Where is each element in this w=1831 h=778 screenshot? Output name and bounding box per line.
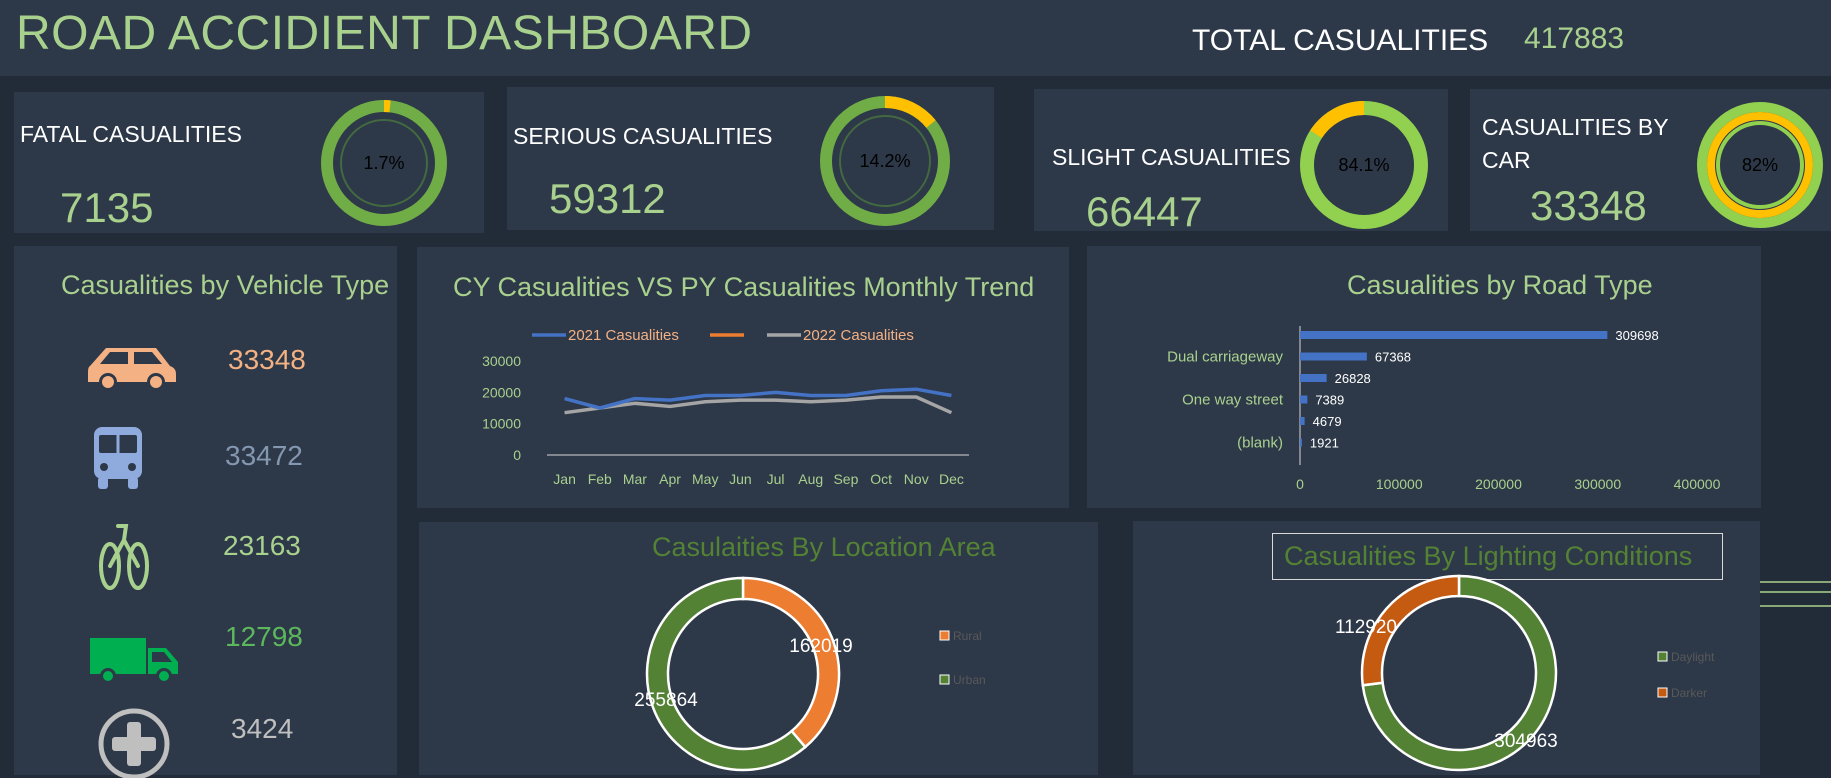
legend-swatch [940, 631, 949, 640]
vehicle-panel-title: Casualities by Vehicle Type [61, 270, 389, 301]
bar-value-label: 7389 [1315, 393, 1344, 408]
x-tick-label: May [692, 471, 718, 487]
x-tick-label: Jul [767, 471, 785, 487]
location-area-panel: Casulaities By Location Area 16201925586… [419, 522, 1098, 775]
slice-value-label: 112920 [1335, 617, 1397, 638]
legend-label: Rural [953, 629, 982, 643]
legend-label: Daylight [1671, 650, 1715, 664]
kpi-value: 33348 [1530, 182, 1647, 230]
x-tick-label: Sep [833, 471, 858, 487]
series-line [565, 397, 952, 413]
x-tick-label: 200000 [1475, 476, 1522, 492]
legend-label: 2022 Casualities [803, 327, 914, 344]
vehicle-type-panel: Casualities by Vehicle Type 33348 33472 … [14, 246, 397, 775]
kpi-card-serious: SERIOUS CASUALITIES 59312 14.2% [507, 87, 994, 230]
x-tick-label: Nov [904, 471, 929, 487]
category-label: Dual carriageway [1167, 349, 1283, 366]
slice-value-label: 162019 [789, 636, 852, 657]
vehicle-value-other: 3424 [231, 713, 293, 745]
road-bar [1300, 353, 1367, 361]
legend-label: 2021 Casualities [568, 327, 679, 344]
total-casualties-label: TOTAL CASUALITIES [1192, 24, 1488, 58]
y-tick-label: 0 [513, 447, 521, 463]
road-type-chart: 0 100000 200000 300000 400000 Dual carriagewa… [1087, 246, 1761, 508]
kpi-ring-segment [885, 102, 931, 124]
legend-label: Darker [1671, 686, 1707, 700]
vehicle-value-car: 33348 [228, 344, 306, 376]
road-bar [1300, 374, 1327, 382]
edge-decoration [1760, 570, 1831, 610]
road-bar [1300, 331, 1607, 339]
slice-value-label: 304963 [1494, 731, 1557, 752]
donut-slice [743, 578, 839, 747]
x-tick-label: Jun [729, 471, 752, 487]
kpi-percent: 84.1% [1338, 155, 1389, 175]
bus-icon [90, 423, 146, 491]
x-tick-label: 400000 [1674, 476, 1721, 492]
kpi-value: 7135 [60, 184, 153, 232]
car-icon [84, 342, 180, 392]
x-tick-label: 300000 [1574, 476, 1621, 492]
road-bar [1300, 439, 1302, 447]
kpi-ring-slight: 84.1% [1298, 99, 1430, 231]
monthly-trend-panel: CY Casualities VS PY Casualities Monthly… [417, 247, 1069, 508]
category-label: One way street [1182, 392, 1284, 409]
trend-chart: 2021 Casualities 2022 Casualities 0 10000 2… [417, 247, 1069, 508]
x-tick-label: 100000 [1376, 476, 1423, 492]
legend-label: Urban [953, 673, 986, 687]
kpi-label: CASUALITIES BY [1482, 111, 1669, 144]
kpi-label: SERIOUS CASUALITIES [513, 120, 772, 153]
vehicle-value-bicycle: 23163 [223, 530, 301, 562]
bicycle-icon [98, 518, 154, 594]
y-tick-label: 20000 [482, 384, 521, 400]
kpi-card-fatal: FATAL CASUALITIES 7135 1.7% [14, 92, 484, 233]
x-tick-label: Feb [588, 471, 612, 487]
kpi-ring-segment [1316, 108, 1364, 134]
lighting-donut-chart: 304963 112920 Daylight Darker [1133, 521, 1760, 775]
kpi-percent: 1.7% [363, 153, 404, 173]
x-tick-label: Dec [939, 471, 964, 487]
road-type-panel: Casualities by Road Type 010000020000030… [1087, 246, 1761, 508]
bar-value-label: 1921 [1310, 436, 1339, 451]
truck-icon [88, 634, 184, 686]
kpi-value: 66447 [1086, 188, 1203, 236]
kpi-label: SLIGHT CASUALITIES [1052, 141, 1291, 174]
bar-value-label: 67368 [1375, 350, 1411, 365]
location-donut-chart: 162019 255864 Rural Urban [419, 522, 1098, 775]
kpi-label: CAR [1482, 144, 1531, 177]
lighting-panel: Casualities By Lighting Conditions 30496… [1133, 521, 1760, 775]
x-tick-label: Apr [659, 471, 681, 487]
y-tick-label: 10000 [482, 416, 521, 432]
kpi-ring-fatal: 1.7% [319, 98, 449, 228]
slice-value-label: 255864 [634, 690, 698, 711]
legend-swatch [940, 675, 949, 684]
x-tick-label: Jan [553, 471, 576, 487]
x-tick-label: Mar [623, 471, 647, 487]
x-tick-label: Oct [870, 471, 892, 487]
road-bar [1300, 396, 1307, 404]
bar-value-label: 26828 [1335, 371, 1371, 386]
kpi-percent: 14.2% [859, 151, 910, 171]
kpi-label: FATAL CASUALITIES [20, 118, 242, 151]
kpi-percent: 82% [1742, 155, 1778, 175]
kpi-ring-serious: 14.2% [818, 94, 952, 228]
kpi-card-slight: SLIGHT CASUALITIES 66447 84.1% [1034, 89, 1448, 231]
kpi-card-car: CASUALITIES BY CAR 33348 82% [1470, 89, 1831, 231]
x-tick-label: Aug [798, 471, 823, 487]
category-label: (blank) [1237, 435, 1283, 452]
legend-swatch [1658, 688, 1667, 697]
y-tick-label: 30000 [482, 353, 521, 369]
x-tick-label: 0 [1296, 476, 1304, 492]
vehicle-value-truck: 12798 [225, 621, 303, 653]
vehicle-value-bus: 33472 [225, 440, 303, 472]
dashboard-title: ROAD ACCIDIENT DASHBOARD [16, 6, 753, 61]
bar-value-label: 4679 [1313, 414, 1342, 429]
kpi-value: 59312 [549, 175, 666, 223]
kpi-ring-car: 82% [1694, 99, 1826, 231]
plus-circle-icon [96, 706, 172, 778]
road-bar [1300, 417, 1305, 425]
total-casualties-value: 417883 [1524, 22, 1624, 56]
legend-swatch [1658, 652, 1667, 661]
bar-value-label: 309698 [1615, 328, 1658, 343]
